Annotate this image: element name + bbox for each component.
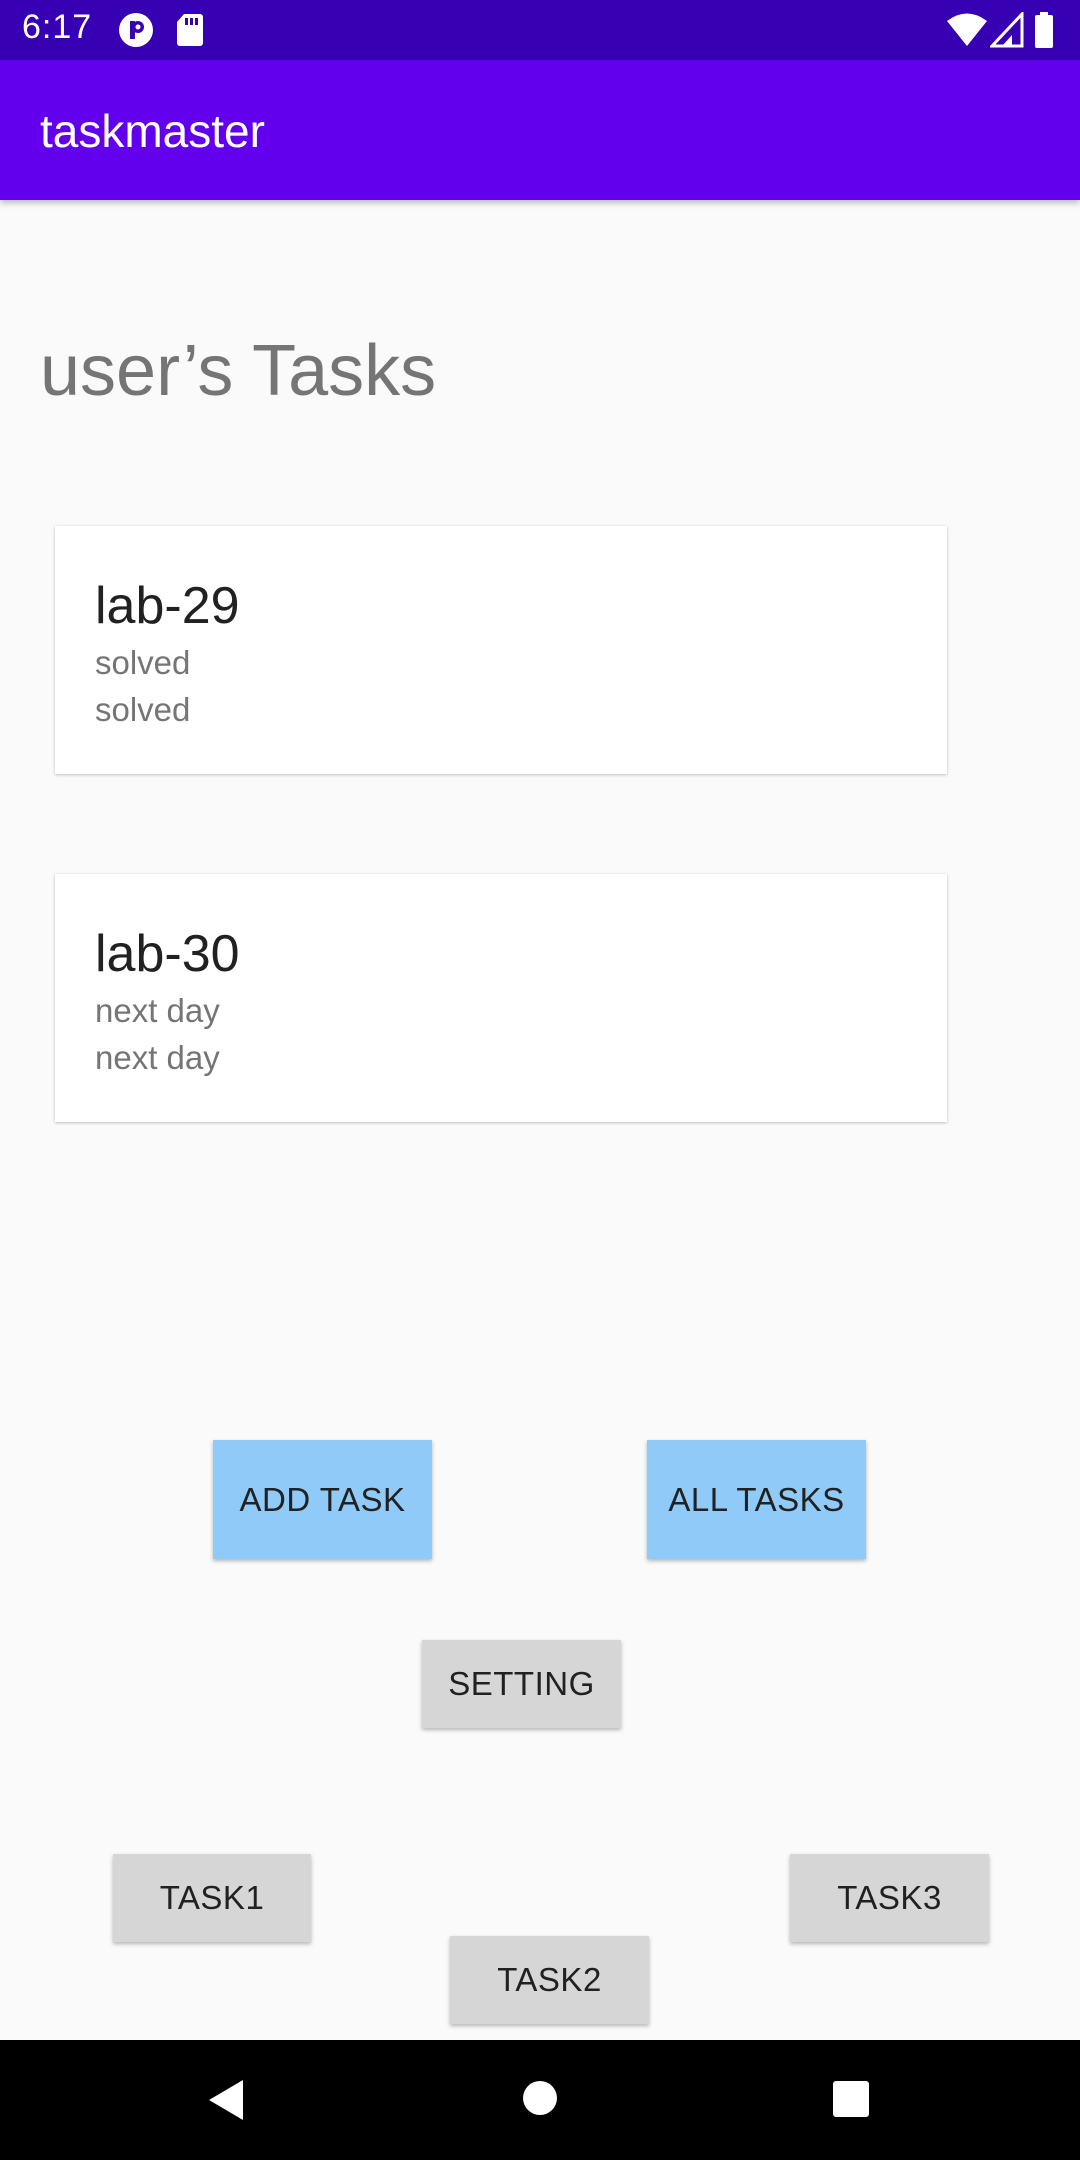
home-icon[interactable] <box>522 2080 558 2121</box>
task-body: solved <box>95 644 191 681</box>
signal-icon <box>988 10 1024 53</box>
task-state: next day <box>95 1039 220 1076</box>
navigation-bar <box>0 2040 1080 2160</box>
task-body: next day <box>95 992 220 1029</box>
setting-button[interactable]: SETTING <box>422 1640 621 1728</box>
add-task-button[interactable]: ADD TASK <box>213 1440 432 1559</box>
task-title: lab-29 <box>95 577 240 635</box>
status-bar: 6:17 <box>0 0 1080 60</box>
status-time: 6:17 <box>22 8 93 46</box>
task-card[interactable]: lab-29 solved solved <box>55 526 947 774</box>
wifi-icon <box>946 12 988 53</box>
task2-button[interactable]: TASK2 <box>450 1936 649 2024</box>
task-state: solved <box>95 691 191 728</box>
sd-card-icon <box>176 12 204 53</box>
task3-button[interactable]: TASK3 <box>790 1854 989 1942</box>
task-title: lab-30 <box>95 925 240 983</box>
task1-button[interactable]: TASK1 <box>113 1854 311 1942</box>
all-tasks-button[interactable]: ALL TASKS <box>647 1440 866 1559</box>
page-heading: user’s Tasks <box>40 331 437 411</box>
recents-icon[interactable] <box>832 2080 870 2123</box>
task-card[interactable]: lab-30 next day next day <box>55 874 947 1122</box>
app-bar: taskmaster <box>0 60 1080 200</box>
p-circle-icon <box>118 12 154 53</box>
battery-icon <box>1034 12 1054 53</box>
app-title: taskmaster <box>40 105 265 157</box>
back-icon[interactable] <box>205 2078 245 2127</box>
